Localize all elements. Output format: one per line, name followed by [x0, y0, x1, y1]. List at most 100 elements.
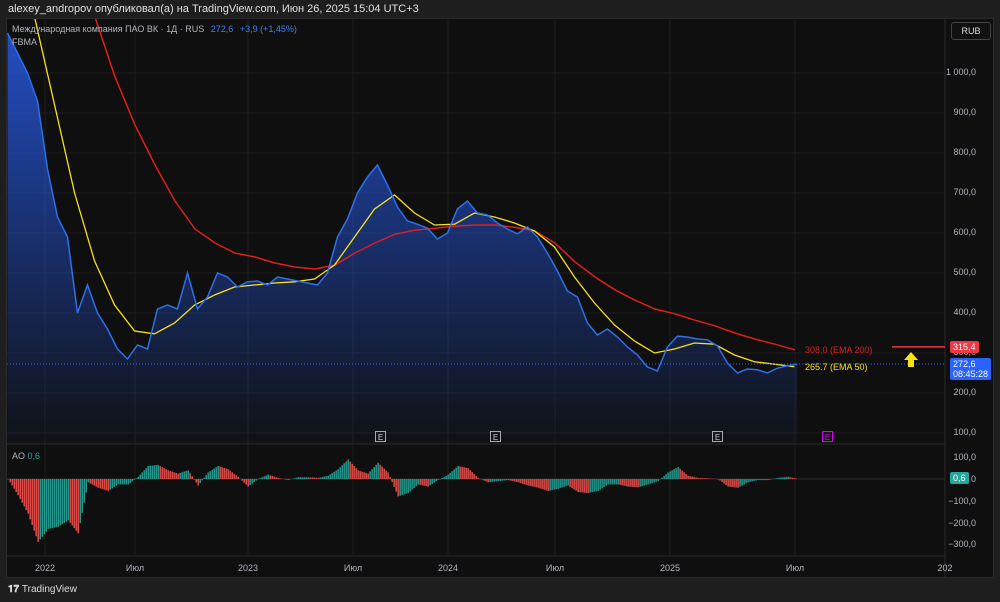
ao-bar: [273, 476, 275, 479]
ao-bar: [217, 465, 219, 479]
ao-bar: [167, 470, 169, 479]
ao-bar: [783, 477, 785, 479]
earnings-marker[interactable]: E: [490, 431, 501, 442]
ao-bar: [185, 470, 187, 479]
ao-bar: [765, 479, 767, 481]
ao-bar: [589, 479, 591, 493]
ao-bar: [89, 479, 91, 484]
ao-bar: [303, 477, 305, 479]
ao-bar: [761, 479, 763, 481]
ao-bar: [597, 479, 599, 491]
ao-bar: [259, 478, 261, 479]
ao-bar: [733, 479, 735, 488]
ao-bar: [667, 472, 669, 479]
price-axis-label: 100,0: [953, 427, 976, 437]
ao-bar: [293, 478, 295, 479]
ao-bar: [377, 462, 379, 479]
ao-legend[interactable]: AO 0,6: [12, 451, 40, 461]
ao-bar: [487, 479, 489, 483]
ao-bar: [141, 472, 143, 479]
ao-bar: [691, 476, 693, 479]
ao-bar: [609, 479, 611, 485]
ao-bar: [7, 479, 9, 480]
ao-bar: [67, 479, 69, 521]
ao-bar: [373, 467, 375, 479]
currency-button[interactable]: RUB: [951, 22, 991, 40]
ao-bar: [787, 476, 789, 479]
earnings-marker[interactable]: E: [375, 431, 386, 442]
ao-bar: [571, 479, 573, 489]
chart-canvas[interactable]: [0, 0, 1000, 602]
ao-bar: [469, 470, 471, 479]
earnings-marker-upcoming[interactable]: E: [822, 431, 833, 442]
ao-bar: [729, 479, 731, 487]
ao-bar: [335, 470, 337, 479]
ao-bar: [689, 476, 691, 479]
ao-bar: [181, 472, 183, 479]
ao-bar: [29, 479, 31, 520]
ao-bar: [779, 477, 781, 479]
ao-bar: [541, 479, 543, 489]
ao-bar: [25, 479, 27, 511]
ao-bar: [105, 479, 107, 491]
ao-bar: [751, 479, 753, 482]
ao-bar: [379, 464, 381, 479]
ao-bar: [81, 479, 83, 513]
ao-bar: [365, 472, 367, 479]
ao-bar: [237, 476, 239, 479]
earnings-marker[interactable]: E: [712, 431, 723, 442]
ao-bar: [649, 479, 651, 484]
ao-bar: [513, 479, 515, 482]
ao-bar: [435, 479, 437, 482]
ao-bar: [643, 479, 645, 486]
ao-bar: [627, 479, 629, 487]
ao-bar: [333, 471, 335, 479]
ao-bar: [109, 479, 111, 490]
ao-bar: [21, 479, 23, 503]
ao-bar: [169, 470, 171, 479]
ao-bar: [19, 479, 21, 499]
ao-bar: [165, 469, 167, 479]
ao-bar: [413, 479, 415, 488]
ao-bar: [357, 470, 359, 479]
indicator-legend[interactable]: FBMA: [12, 37, 37, 47]
ao-bar: [647, 479, 649, 485]
ao-bar: [301, 477, 303, 479]
ao-bar: [349, 461, 351, 479]
ao-bar: [131, 479, 133, 482]
time-axis-label: 2024: [437, 563, 459, 573]
ao-bar: [297, 477, 299, 479]
ao-bar: [755, 479, 757, 481]
ao-bar: [563, 479, 565, 487]
ao-bar: [123, 479, 125, 485]
ao-bar: [203, 477, 205, 479]
last-price-value: 272,6: [953, 359, 976, 369]
symbol-legend[interactable]: Международная компания ПАО ВК · 1Д · RUS…: [12, 24, 297, 34]
ao-bar: [425, 479, 427, 487]
ao-bar: [83, 479, 85, 503]
ao-bar: [423, 479, 425, 486]
ao-bar: [295, 477, 297, 479]
ao-bar: [329, 474, 331, 479]
ao-bar: [645, 479, 647, 485]
ao-bar: [223, 467, 225, 479]
ao-bar: [781, 477, 783, 479]
ao-bar: [707, 478, 709, 479]
ao-bar: [101, 479, 103, 489]
ao-bar: [33, 479, 35, 531]
time-axis-label: Июл: [785, 563, 805, 573]
ao-bar: [219, 466, 221, 479]
ema200-price-tag: 315,4: [950, 341, 979, 353]
tradingview-logo[interactable]: 𝟏𝟕 TradingView: [8, 584, 77, 595]
ao-bar: [793, 478, 795, 479]
bar-countdown: 08:45:28: [953, 369, 989, 379]
ao-bar: [71, 479, 73, 526]
ao-bar: [215, 467, 217, 479]
ao-bar: [473, 474, 475, 479]
ao-bar: [509, 479, 511, 481]
ao-bar: [653, 479, 655, 483]
ao-bar: [465, 467, 467, 479]
ao-bar: [545, 479, 547, 491]
ao-bar: [269, 475, 271, 479]
ao-bar: [639, 479, 641, 487]
